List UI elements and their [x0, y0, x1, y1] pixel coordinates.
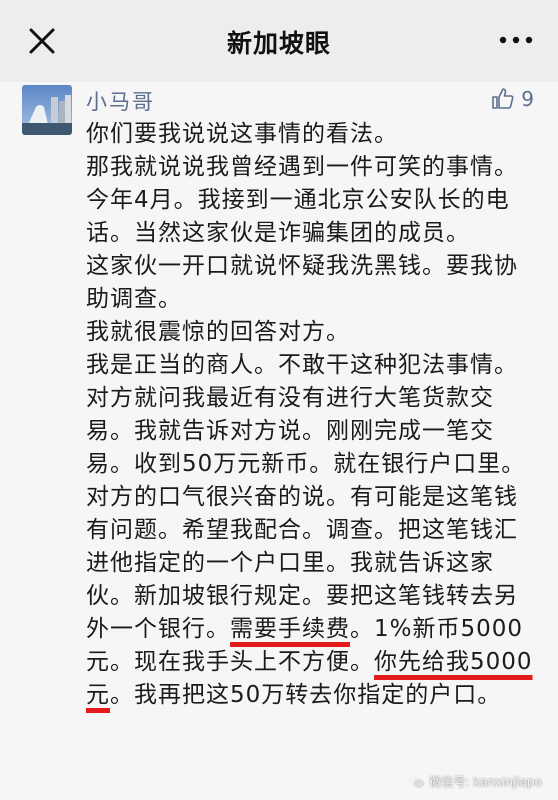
watermark: 微信号: kanxinjiapo [407, 773, 542, 790]
top-bar: 新加坡眼 [0, 0, 558, 82]
highlighted-text: 需要手续费 [230, 616, 350, 642]
more-icon[interactable] [498, 33, 534, 47]
like-count: 9 [521, 87, 534, 111]
comment-paragraph: 那我就说说我曾经遇到一件可笑的事情。 [86, 154, 518, 180]
page-title: 新加坡眼 [226, 29, 331, 58]
comment-paragraph: 我就很震惊的回答对方。 [86, 319, 350, 345]
thumbs-up-icon [492, 88, 514, 109]
comment-paragraph: 对方的口气很兴奋的说。有可能是这笔钱有问题。希望我配合。调查。把这笔钱汇进他指定… [86, 481, 536, 712]
avatar-image [22, 85, 72, 135]
comment-paragraph: 你们要我说说这事情的看法。 [86, 121, 398, 147]
like-button[interactable]: 9 [491, 84, 534, 114]
username[interactable]: 小马哥 [86, 86, 155, 116]
text-segment: 。我再把这50万转去你指定的户口。 [110, 682, 502, 708]
wechat-icon [407, 774, 425, 788]
comment-paragraph: 这家伙一开口就说怀疑我洗黑钱。要我协助调查。 [86, 253, 518, 312]
comment-text: 你们要我说说这事情的看法。 那我就说说我曾经遇到一件可笑的事情。 今年4月。我接… [86, 118, 536, 712]
watermark-text: 微信号: kanxinjiapo [429, 775, 542, 789]
comment-card: 小马哥 9 你们要我说说这事情的看法。 那我就说说我曾经遇到一件可笑的事情。 今… [0, 82, 558, 800]
comment-paragraph: 我是正当的商人。不敢干这种犯法事情。对方就问我最近有没有进行大笔货款交易。我就告… [86, 352, 526, 477]
avatar[interactable] [22, 85, 72, 135]
comment-paragraph: 今年4月。我接到一通北京公安队长的电话。当然这家伙是诈骗集团的成员。 [86, 187, 510, 246]
